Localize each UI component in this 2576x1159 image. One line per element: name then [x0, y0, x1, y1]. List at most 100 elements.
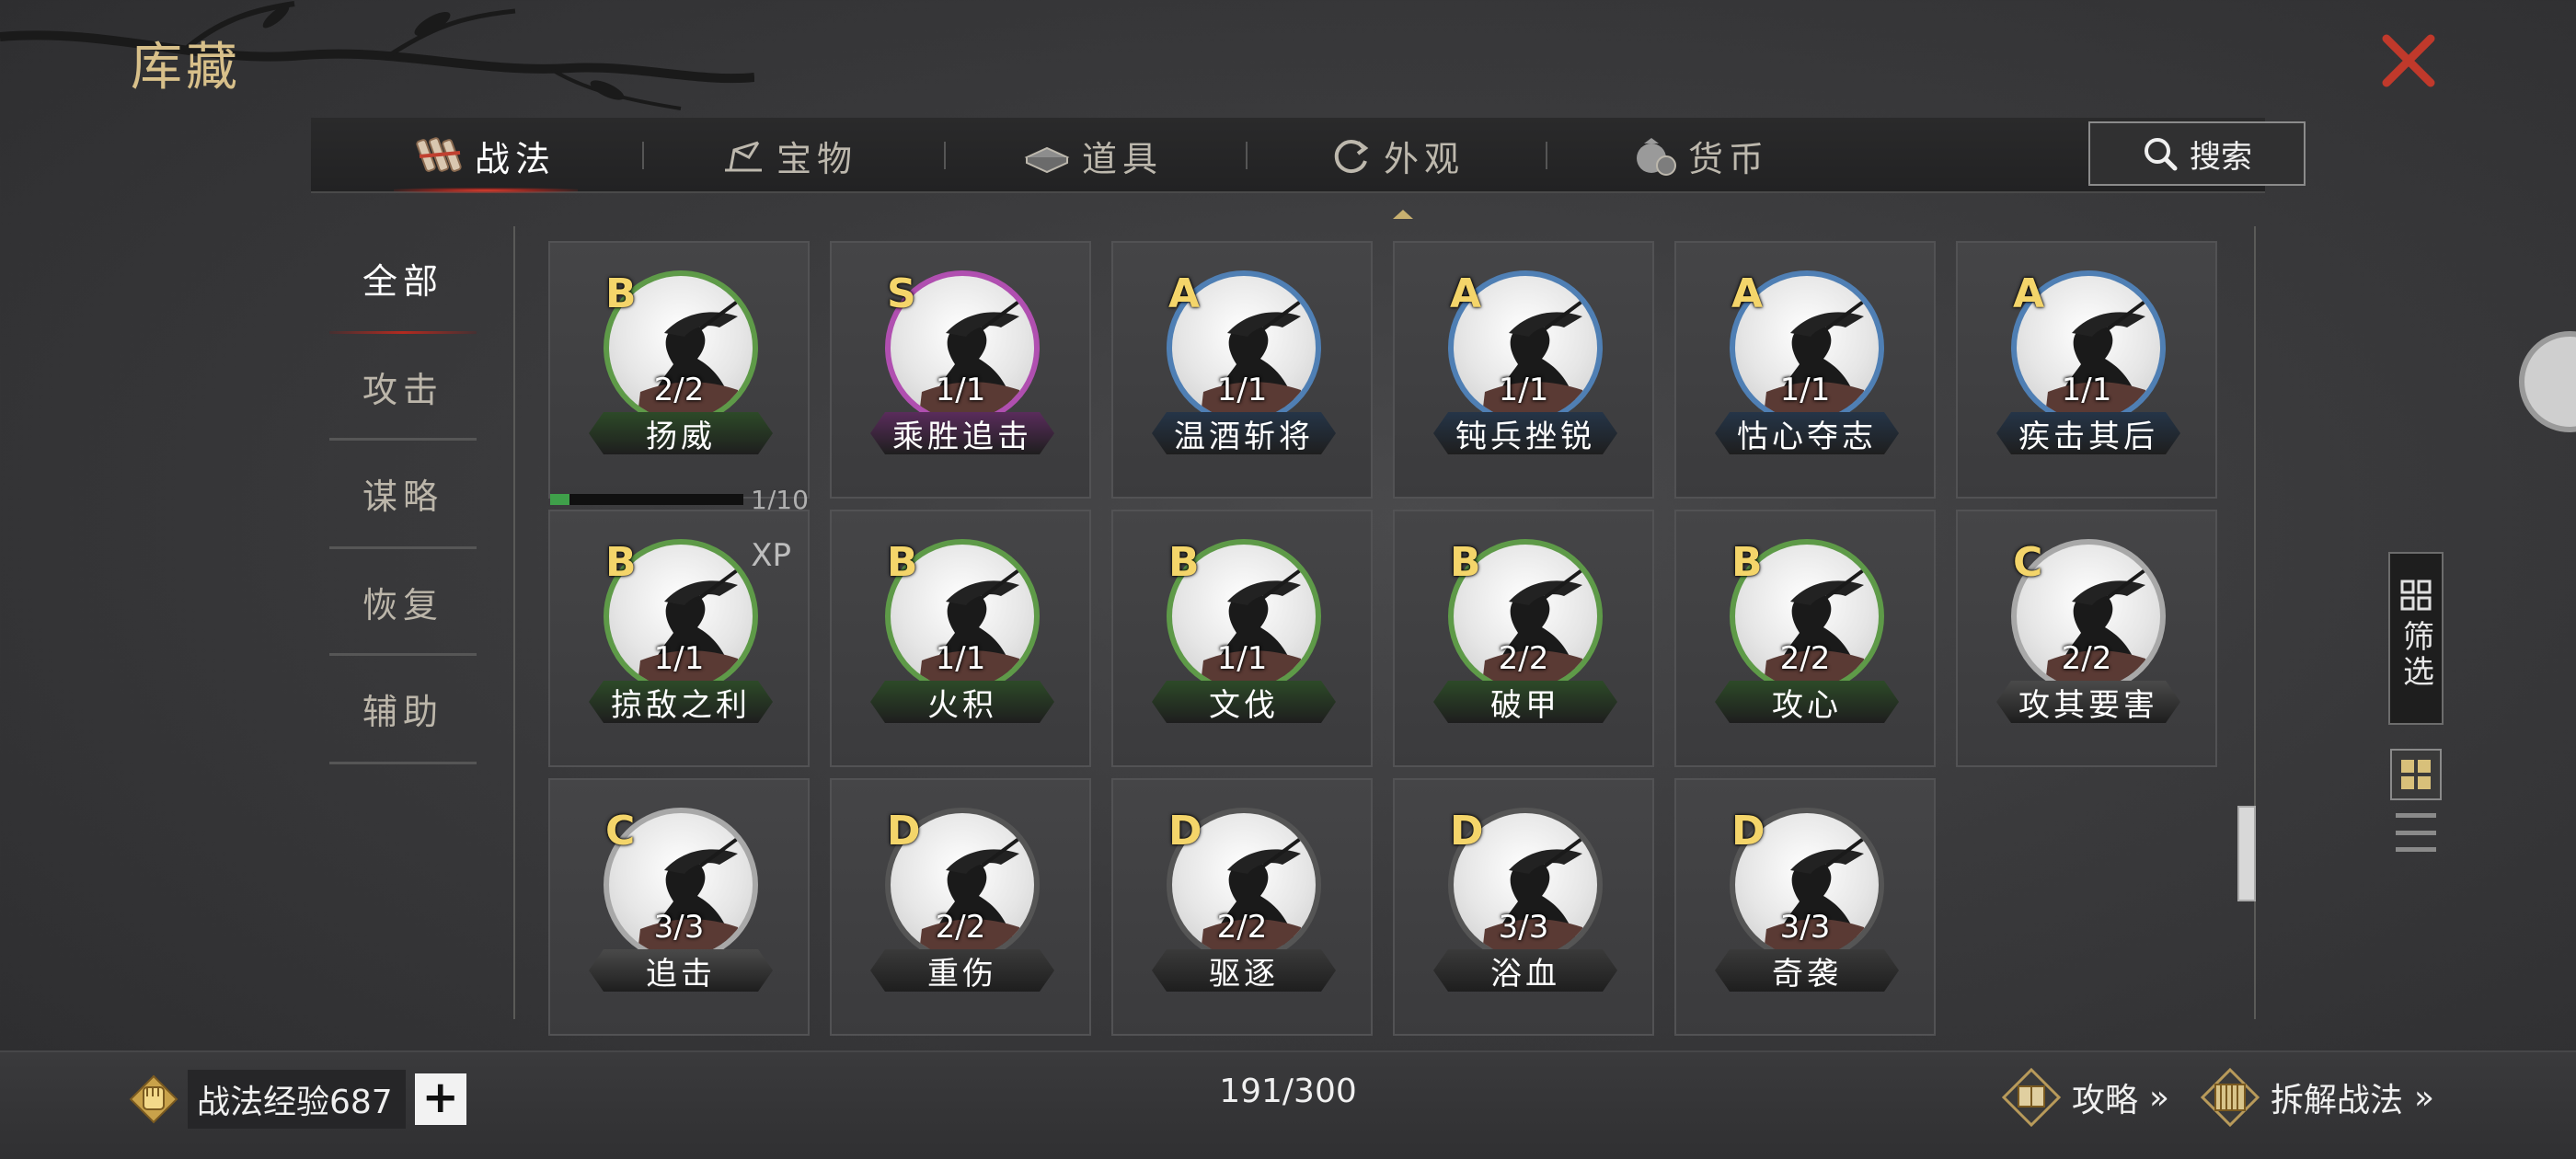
filter-label: 筛选 — [2397, 620, 2434, 690]
skill-card[interactable]: B 1/1 文伐 — [1111, 510, 1373, 767]
strategy-exp-display: 战法经验687 + — [129, 1069, 466, 1130]
category-strategy-label: 谋略 — [362, 476, 443, 517]
tab-strategy[interactable]: 战法 — [375, 118, 596, 193]
ink-branch-decoration — [0, 1, 754, 110]
skill-grade: A — [1731, 270, 1764, 317]
skill-count: 2/2 — [1779, 640, 1831, 677]
tab-divider — [944, 142, 946, 169]
list-view-icon-line — [2396, 847, 2436, 852]
skill-count: 2/2 — [653, 372, 705, 408]
skill-name: 钝兵挫锐 — [1433, 412, 1617, 454]
category-recovery-label: 恢复 — [362, 584, 443, 625]
skill-grade: C — [605, 808, 636, 855]
side-drawer-handle[interactable] — [2519, 331, 2576, 432]
skill-name: 温酒斩将 — [1152, 412, 1336, 454]
category-support[interactable]: 辅助 — [329, 655, 477, 762]
close-button[interactable] — [2375, 28, 2442, 94]
grid-scrollbar-thumb[interactable] — [2237, 806, 2256, 901]
skill-card[interactable]: C 3/3 追击 — [548, 778, 810, 1036]
skill-card[interactable]: S 1/1 乘胜追击 — [830, 241, 1091, 499]
tab-items[interactable]: 道具 — [983, 118, 1203, 193]
item-icon — [1024, 146, 1070, 174]
skill-name: 驱逐 — [1152, 949, 1336, 992]
skill-card[interactable]: B 2/2 攻心 — [1674, 510, 1936, 767]
skill-count: 2/2 — [1216, 909, 1268, 946]
search-label: 搜索 — [2190, 138, 2252, 176]
skill-grade: B — [887, 539, 918, 586]
category-recovery[interactable]: 恢复 — [329, 548, 477, 655]
skill-card[interactable]: D 2/2 重伤 — [830, 778, 1091, 1036]
skill-card[interactable]: A 1/1 疾击其后 — [1956, 241, 2217, 499]
scroll-up-arrow-icon — [1393, 210, 1413, 219]
exp-label: 战法经验687 — [188, 1070, 406, 1129]
skill-card[interactable]: B 2/2 扬威 1/10 — [548, 241, 810, 515]
skill-capacity: 191/300 — [1219, 1073, 1357, 1110]
skill-count: 1/1 — [653, 640, 705, 677]
skill-grade: D — [1450, 808, 1484, 855]
filter-grid-icon — [2400, 580, 2432, 611]
skill-card[interactable]: B 1/1 火积 — [830, 510, 1091, 767]
skill-name: 扬威 — [589, 412, 773, 454]
skill-name: 重伤 — [870, 949, 1054, 992]
exp-fist-icon — [129, 1074, 178, 1124]
skill-name: 攻心 — [1715, 681, 1899, 723]
grid-view-toggle[interactable] — [2390, 749, 2442, 800]
list-view-icon-line — [2396, 830, 2436, 835]
dismantle-chevrons: » — [2414, 1078, 2435, 1117]
skill-card[interactable]: D 3/3 浴血 — [1393, 778, 1654, 1036]
skill-card[interactable]: D 2/2 驱逐 — [1111, 778, 1373, 1036]
category-all-label: 全部 — [362, 260, 443, 302]
skill-count: 3/3 — [1779, 909, 1831, 946]
guide-chevrons: » — [2149, 1078, 2170, 1117]
skill-count: 1/1 — [935, 372, 986, 408]
category-strategy[interactable]: 谋略 — [329, 440, 477, 546]
tab-treasure[interactable]: 宝物 — [679, 118, 900, 193]
skill-count: 1/1 — [2061, 372, 2112, 408]
category-divider — [329, 762, 477, 764]
skill-name: 疾击其后 — [1996, 412, 2180, 454]
progress-fill — [550, 494, 569, 505]
skill-count: 1/1 — [935, 640, 986, 677]
filter-button[interactable]: 筛选 — [2388, 552, 2444, 725]
skill-grade: B — [605, 539, 637, 586]
skill-grade: B — [1450, 539, 1481, 586]
list-view-toggle[interactable] — [2396, 813, 2436, 852]
skill-card[interactable]: A 1/1 怙心夺志 — [1674, 241, 1936, 499]
category-all[interactable]: 全部 — [329, 224, 477, 331]
skill-card[interactable]: D 3/3 奇袭 — [1674, 778, 1936, 1036]
search-button[interactable]: 搜索 — [2088, 121, 2306, 186]
grid-view-icon — [2401, 760, 2431, 789]
tab-currency[interactable]: 货币 — [1590, 118, 1811, 193]
dismantle-button[interactable]: 拆解战法 » — [2201, 1067, 2434, 1128]
skill-card[interactable]: B 1/1 掠敌之利 XP — [548, 510, 810, 767]
skill-grid: B 2/2 扬威 1/10 S 1/1 乘胜追击 A 1/1 温酒斩将 A 1/1 钝兵挫锐 A 1/1 怙心… — [548, 241, 2223, 1036]
category-support-label: 辅助 — [362, 691, 443, 732]
guide-button[interactable]: 攻略 » — [2002, 1067, 2169, 1128]
skill-grade: A — [1168, 270, 1201, 317]
add-exp-button[interactable]: + — [414, 1073, 466, 1125]
skill-count: 1/1 — [1498, 372, 1549, 408]
skill-name: 浴血 — [1433, 949, 1617, 992]
search-icon — [2145, 138, 2178, 171]
skill-card[interactable]: A 1/1 温酒斩将 — [1111, 241, 1373, 499]
category-attack[interactable]: 攻击 — [329, 333, 477, 440]
tab-appearance[interactable]: 外观 — [1286, 118, 1507, 193]
strategy-scroll-icon — [416, 137, 462, 172]
skill-grade: B — [605, 270, 637, 317]
list-view-icon-line — [2396, 813, 2436, 818]
page-title: 库藏 — [131, 38, 241, 98]
category-tab-bar: 战法 宝物 道具 外观 货币 搜索 — [311, 118, 2306, 193]
guide-label: 攻略 — [2072, 1082, 2139, 1119]
skill-name: 掠敌之利 — [589, 681, 773, 723]
skill-count: 3/3 — [653, 909, 705, 946]
skill-grade: B — [1168, 539, 1200, 586]
skill-card[interactable]: C 2/2 攻其要害 — [1956, 510, 2217, 767]
skill-name: 乘胜追击 — [870, 412, 1054, 454]
tab-treasure-label: 宝物 — [776, 138, 857, 179]
skill-card[interactable]: B 2/2 破甲 — [1393, 510, 1654, 767]
tab-divider — [642, 142, 644, 169]
skill-grade: D — [1731, 808, 1765, 855]
tab-items-label: 道具 — [1081, 138, 1163, 179]
dismantle-scroll-icon — [2201, 1068, 2260, 1127]
skill-card[interactable]: A 1/1 钝兵挫锐 — [1393, 241, 1654, 499]
